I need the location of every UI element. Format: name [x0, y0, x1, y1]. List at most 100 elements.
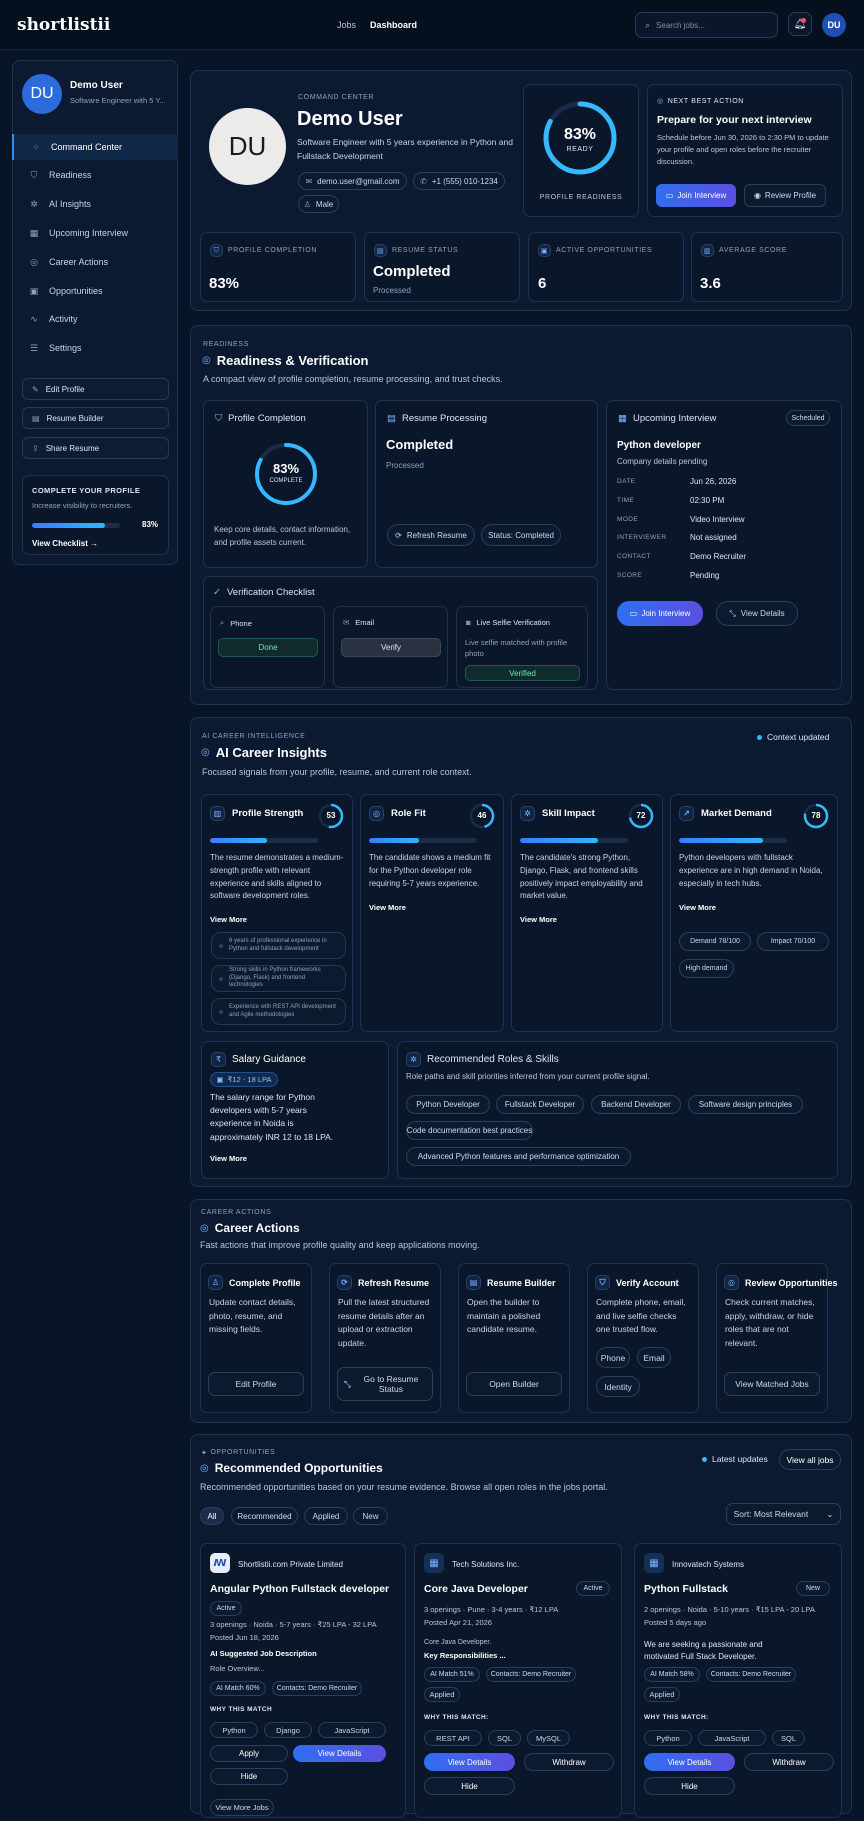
- progress-fill: [32, 523, 106, 528]
- button-label: Open Builder: [489, 1379, 539, 1389]
- role-tag[interactable]: Code documentation best practices: [406, 1121, 533, 1140]
- view-details-button[interactable]: ⤡ View Details: [716, 601, 798, 626]
- filter-new[interactable]: New: [353, 1507, 388, 1525]
- hide-button[interactable]: Hide: [424, 1777, 515, 1795]
- eye-icon: ◉: [753, 191, 761, 200]
- resume-builder-button[interactable]: ▤ Resume Builder: [22, 407, 169, 429]
- role-tag[interactable]: Advanced Python features and performance…: [406, 1147, 631, 1166]
- button-label: Join Interview: [641, 609, 691, 618]
- share-resume-button[interactable]: ⇪ Share Resume: [22, 437, 169, 459]
- view-details-button[interactable]: View Details: [424, 1753, 515, 1771]
- shield-icon: ⛉: [210, 244, 223, 257]
- skill-tag: Python: [210, 1722, 258, 1738]
- action-button[interactable]: ⤡ Go to Resume Status: [337, 1367, 433, 1401]
- view-details-button[interactable]: View Details: [293, 1745, 386, 1762]
- card-title-text: Salary Guidance: [232, 1054, 306, 1065]
- status-dot: [757, 734, 762, 740]
- filter-applied[interactable]: Applied: [304, 1507, 348, 1525]
- document-icon: ▤: [387, 413, 396, 424]
- action-text: Complete phone, email, and live selfie c…: [596, 1297, 686, 1335]
- job-posted: Posted Jun 18, 2026: [210, 1633, 279, 1642]
- job-title[interactable]: Python Fullstack: [644, 1583, 728, 1595]
- stat-label: ▣ ACTIVE OPPORTUNITIES: [538, 244, 652, 257]
- view-all-jobs-button[interactable]: View all jobs: [779, 1449, 841, 1470]
- join-interview-button[interactable]: ▭ Join Interview: [656, 184, 736, 207]
- activity-icon: ∿: [30, 313, 38, 324]
- sidebar-item-upcoming-interview[interactable]: ▦ Upcoming Interview: [12, 220, 178, 246]
- action-button[interactable]: View Matched Jobs: [724, 1372, 820, 1396]
- button-label: Refresh Resume: [406, 530, 467, 540]
- sidebar-item-settings[interactable]: ☰ Settings: [12, 335, 178, 361]
- stat-active-opportunities: [528, 232, 684, 302]
- role-tag[interactable]: Backend Developer: [591, 1095, 681, 1114]
- withdraw-button[interactable]: Withdraw: [744, 1753, 834, 1771]
- verify-chip[interactable]: Identity: [596, 1376, 640, 1397]
- sidebar-item-activity[interactable]: ∿ Activity: [12, 306, 178, 332]
- hide-button[interactable]: Hide: [644, 1777, 735, 1795]
- role-tag[interactable]: Fullstack Developer: [496, 1095, 584, 1114]
- apply-button[interactable]: Apply: [210, 1745, 288, 1762]
- view-more-link[interactable]: View More: [369, 903, 406, 912]
- roles-desc: Role paths and skill priorities inferred…: [406, 1072, 650, 1081]
- card-title: ⛉ Verify Account: [595, 1275, 679, 1290]
- view-more-link[interactable]: View More: [210, 915, 247, 924]
- readiness-label: READY: [566, 146, 594, 153]
- logo[interactable]: shortlistii: [17, 15, 110, 35]
- context-status: Context updated: [757, 732, 829, 742]
- withdraw-button[interactable]: Withdraw: [524, 1753, 614, 1771]
- job-title[interactable]: Angular Python Fullstack developer: [210, 1583, 389, 1595]
- nav-dashboard[interactable]: Dashboard: [370, 20, 417, 30]
- sidebar-item-command-center[interactable]: ⁘ Command Center: [12, 134, 178, 160]
- card-title-text: Review Opportunities: [745, 1277, 838, 1288]
- ai-match-chip: AI Match 58%: [644, 1667, 700, 1682]
- sidebar-item-ai-insights[interactable]: ✲ AI Insights: [12, 191, 178, 217]
- edit-profile-button[interactable]: ✎ Edit Profile: [22, 378, 169, 400]
- insight-bullet: Experience with REST API development and…: [211, 998, 346, 1025]
- search-input[interactable]: ⌕ Search jobs...: [635, 12, 778, 38]
- view-checklist-link[interactable]: View Checklist →: [32, 539, 98, 548]
- score-bar: [679, 838, 787, 843]
- bullet-dot: [219, 943, 223, 948]
- sidebar-item-career-actions[interactable]: ◎ Career Actions: [12, 249, 178, 275]
- insights-eyebrow: AI CAREER INTELLIGENCE: [202, 733, 306, 740]
- job-title[interactable]: Core Java Developer: [424, 1583, 528, 1595]
- opps-title: ◎ Recommended Opportunities: [200, 1461, 383, 1475]
- phone-done-button[interactable]: Done: [218, 638, 318, 657]
- status-text: Latest updates: [712, 1454, 768, 1464]
- verify-chip[interactable]: Phone: [596, 1347, 630, 1368]
- salary-view-more[interactable]: View More: [210, 1154, 247, 1163]
- email-verify-button[interactable]: Verify: [341, 638, 441, 657]
- action-button[interactable]: Edit Profile: [208, 1372, 304, 1396]
- insight-bullet: Strong skills in Python frameworks (Djan…: [211, 965, 346, 992]
- company-logo: ▦: [644, 1553, 664, 1573]
- view-more-jobs-button[interactable]: View More Jobs: [210, 1799, 274, 1816]
- role-tag[interactable]: Software design principles: [688, 1095, 803, 1114]
- view-details-button[interactable]: View Details: [644, 1753, 735, 1771]
- contact-chip: Contacts: Demo Recruiter: [486, 1667, 576, 1682]
- review-profile-button[interactable]: ◉ Review Profile: [744, 184, 826, 207]
- view-more-link[interactable]: View More: [679, 903, 716, 912]
- sidebar-item-readiness[interactable]: ⛉ Readiness: [12, 162, 178, 188]
- refresh-resume-button[interactable]: ⟳ Refresh Resume: [387, 524, 475, 546]
- salary-badge: ▣ ₹12 - 18 LPA: [210, 1072, 278, 1087]
- filter-all[interactable]: All: [200, 1507, 224, 1525]
- hide-button[interactable]: Hide: [210, 1768, 288, 1785]
- notification-button[interactable]: 🔔︎: [788, 12, 812, 36]
- button-label: Share Resume: [45, 443, 100, 453]
- filter-recommended[interactable]: Recommended: [231, 1507, 298, 1525]
- score-value: 46: [477, 811, 487, 820]
- view-more-link[interactable]: View More: [520, 915, 557, 924]
- join-interview-button[interactable]: ▭ Join Interview: [617, 601, 703, 626]
- stat-label: ⛉ PROFILE COMPLETION: [210, 244, 317, 257]
- sort-select[interactable]: Sort: Most Relevant ⌄: [726, 1503, 841, 1525]
- building-icon: ▦: [429, 1557, 439, 1569]
- sidebar-item-opportunities[interactable]: ▣ Opportunities: [12, 278, 178, 304]
- verify-chip[interactable]: Email: [637, 1347, 671, 1368]
- action-button[interactable]: Open Builder: [466, 1372, 562, 1396]
- user-avatar[interactable]: DU: [822, 13, 846, 37]
- card-title: ▥ Profile Strength: [210, 806, 303, 821]
- complete-profile-desc: Increase visibility to recruiters.: [32, 501, 133, 510]
- nav-jobs[interactable]: Jobs: [337, 20, 356, 30]
- target-icon: ◎: [657, 98, 664, 105]
- role-tag[interactable]: Python Developer: [406, 1095, 490, 1114]
